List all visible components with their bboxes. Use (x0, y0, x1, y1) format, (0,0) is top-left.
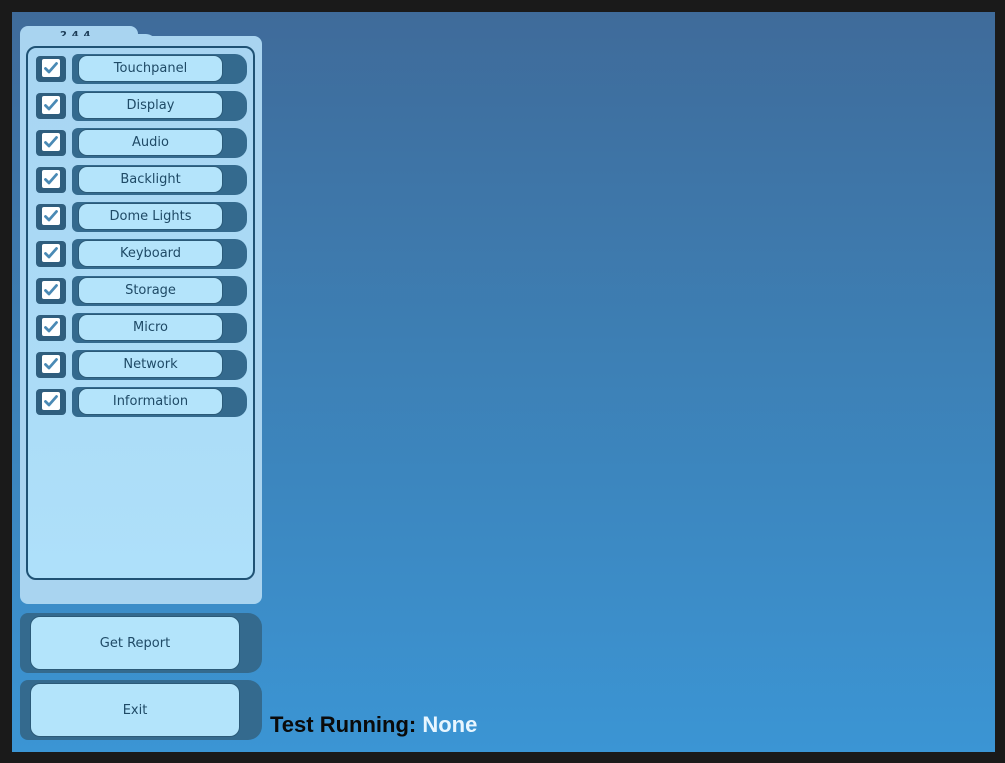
test-row-storage: Storage (32, 274, 250, 306)
information-button[interactable]: Information (78, 388, 223, 415)
test-row-keyboard: Keyboard (32, 237, 250, 269)
display-checkbox[interactable] (36, 93, 66, 119)
exit-button[interactable]: Exit (30, 683, 240, 737)
backlight-checkbox[interactable] (36, 167, 66, 193)
micro-checkbox[interactable] (36, 315, 66, 341)
test-status: Test Running: None (270, 712, 477, 738)
test-row-backlight: Backlight (32, 163, 250, 195)
touchpanel-button[interactable]: Touchpanel (78, 55, 223, 82)
get-report-button-frame: Get Report (20, 613, 262, 673)
app-screen: 2.4.4 Touchpanel Display (12, 12, 995, 752)
information-checkbox[interactable] (36, 389, 66, 415)
keyboard-checkbox[interactable] (36, 241, 66, 267)
test-row-touchpanel: Touchpanel (32, 52, 250, 84)
test-row-audio: Audio (32, 126, 250, 158)
micro-button[interactable]: Micro (78, 314, 223, 341)
test-list: Touchpanel Display Audio Backlight Dome … (26, 46, 255, 580)
check-icon (44, 395, 58, 407)
check-icon (44, 247, 58, 259)
storage-button[interactable]: Storage (78, 277, 223, 304)
test-status-value: None (422, 712, 478, 737)
check-icon (44, 321, 58, 333)
check-icon (44, 173, 58, 185)
exit-button-frame: Exit (20, 680, 262, 740)
check-icon (44, 358, 58, 370)
network-checkbox[interactable] (36, 352, 66, 378)
storage-checkbox[interactable] (36, 278, 66, 304)
check-icon (44, 62, 58, 74)
test-row-micro: Micro (32, 311, 250, 343)
audio-button[interactable]: Audio (78, 129, 223, 156)
dome-lights-button[interactable]: Dome Lights (78, 203, 223, 230)
check-icon (44, 136, 58, 148)
backlight-button[interactable]: Backlight (78, 166, 223, 193)
display-button[interactable]: Display (78, 92, 223, 119)
check-icon (44, 210, 58, 222)
dome-lights-checkbox[interactable] (36, 204, 66, 230)
network-button[interactable]: Network (78, 351, 223, 378)
audio-checkbox[interactable] (36, 130, 66, 156)
test-row-dome-lights: Dome Lights (32, 200, 250, 232)
test-row-display: Display (32, 89, 250, 121)
test-status-label: Test Running: (270, 712, 417, 737)
check-icon (44, 99, 58, 111)
keyboard-button[interactable]: Keyboard (78, 240, 223, 267)
check-icon (44, 284, 58, 296)
get-report-button[interactable]: Get Report (30, 616, 240, 670)
test-row-information: Information (32, 385, 250, 417)
test-panel: Touchpanel Display Audio Backlight Dome … (20, 36, 262, 604)
test-row-network: Network (32, 348, 250, 380)
touchpanel-checkbox[interactable] (36, 56, 66, 82)
